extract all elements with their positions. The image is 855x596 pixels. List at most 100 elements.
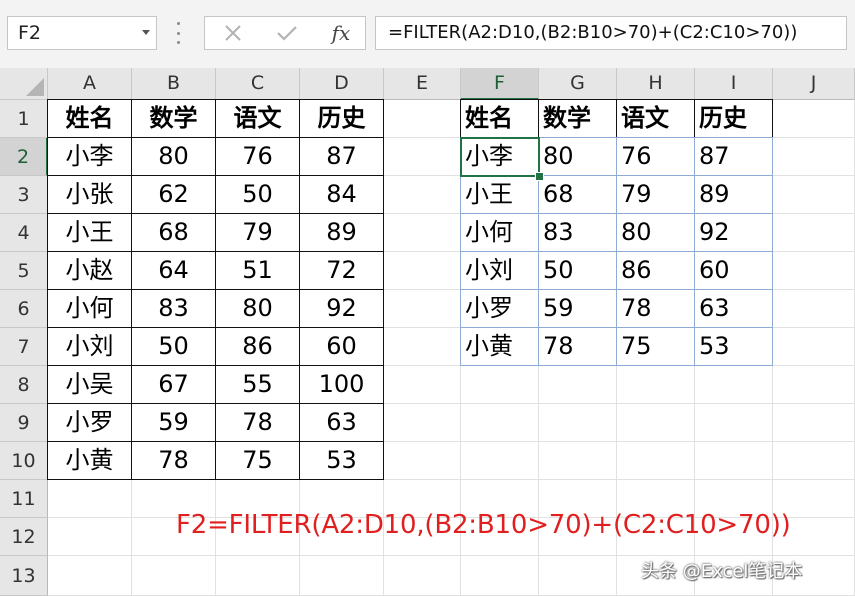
source-table-cell[interactable]: 小张 xyxy=(48,176,132,214)
source-table-cell[interactable]: 53 xyxy=(300,442,384,480)
result-table-cell[interactable]: 89 xyxy=(695,176,773,214)
source-table-cell[interactable]: 小王 xyxy=(48,214,132,252)
source-table-cell[interactable]: 89 xyxy=(300,214,384,252)
result-table-cell[interactable]: 76 xyxy=(617,138,695,176)
result-table-cell[interactable]: 78 xyxy=(617,290,695,328)
result-table-cell[interactable]: 79 xyxy=(617,176,695,214)
source-table-cell[interactable]: 92 xyxy=(300,290,384,328)
source-table-cell[interactable]: 50 xyxy=(132,328,216,366)
source-table-cell[interactable]: 84 xyxy=(300,176,384,214)
source-table-cell[interactable]: 80 xyxy=(216,290,300,328)
source-table-cell[interactable]: 小黄 xyxy=(48,442,132,480)
result-table-cell[interactable]: 小刘 xyxy=(461,252,539,290)
result-table-cell[interactable]: 92 xyxy=(695,214,773,252)
formula-input[interactable]: =FILTER(A2:D10,(B2:B10>70)+(C2:C10>70)) xyxy=(375,16,847,50)
source-table-cell[interactable]: 72 xyxy=(300,252,384,290)
source-header-cell[interactable]: 姓名 xyxy=(48,100,132,138)
column-header-j[interactable]: J xyxy=(773,68,855,100)
source-table-cell[interactable]: 80 xyxy=(132,138,216,176)
row-header-2[interactable]: 2 xyxy=(0,138,48,176)
result-table-cell[interactable]: 63 xyxy=(695,290,773,328)
source-table-cell[interactable]: 68 xyxy=(132,214,216,252)
result-table-cell[interactable]: 59 xyxy=(539,290,617,328)
result-table-cell[interactable]: 小黄 xyxy=(461,328,539,366)
source-table-cell[interactable]: 67 xyxy=(132,366,216,404)
row-header-11[interactable]: 11 xyxy=(0,480,48,518)
result-table-cell[interactable]: 53 xyxy=(695,328,773,366)
result-header-cell[interactable]: 历史 xyxy=(695,100,773,138)
source-table-cell[interactable]: 78 xyxy=(132,442,216,480)
row-header-8[interactable]: 8 xyxy=(0,366,48,404)
result-table-cell[interactable]: 75 xyxy=(617,328,695,366)
source-table-cell[interactable]: 79 xyxy=(216,214,300,252)
row-header-10[interactable]: 10 xyxy=(0,442,48,480)
source-header-cell[interactable]: 数学 xyxy=(132,100,216,138)
chevron-down-icon[interactable] xyxy=(142,30,150,35)
result-table-cell[interactable]: 小王 xyxy=(461,176,539,214)
source-table-cell[interactable]: 小刘 xyxy=(48,328,132,366)
source-table-cell[interactable]: 60 xyxy=(300,328,384,366)
source-table-cell[interactable]: 63 xyxy=(300,404,384,442)
drag-handle-icon[interactable] xyxy=(175,22,181,44)
result-table-cell[interactable]: 小罗 xyxy=(461,290,539,328)
row-header-1[interactable]: 1 xyxy=(0,100,48,138)
select-all-corner[interactable] xyxy=(0,68,48,100)
result-header-cell[interactable]: 数学 xyxy=(539,100,617,138)
source-table-cell[interactable]: 83 xyxy=(132,290,216,328)
result-table-cell[interactable]: 83 xyxy=(539,214,617,252)
row-header-9[interactable]: 9 xyxy=(0,404,48,442)
source-header-cell[interactable]: 语文 xyxy=(216,100,300,138)
source-table-cell[interactable]: 小赵 xyxy=(48,252,132,290)
source-table-cell[interactable]: 78 xyxy=(216,404,300,442)
row-header-13[interactable]: 13 xyxy=(0,556,48,596)
row-header-4[interactable]: 4 xyxy=(0,214,48,252)
result-table-cell[interactable]: 68 xyxy=(539,176,617,214)
result-table-cell[interactable]: 87 xyxy=(695,138,773,176)
enter-check-icon[interactable] xyxy=(267,17,307,49)
result-header-cell[interactable]: 语文 xyxy=(617,100,695,138)
row-header-3[interactable]: 3 xyxy=(0,176,48,214)
insert-function-icon[interactable]: fx xyxy=(321,17,361,49)
row-header-12[interactable]: 12 xyxy=(0,518,48,556)
source-table-cell[interactable]: 76 xyxy=(216,138,300,176)
row-header-5[interactable]: 5 xyxy=(0,252,48,290)
result-table-cell[interactable]: 86 xyxy=(617,252,695,290)
name-box[interactable]: F2 xyxy=(7,16,157,50)
column-header-f[interactable]: F xyxy=(461,68,539,100)
result-table-cell[interactable]: 小何 xyxy=(461,214,539,252)
source-table-cell[interactable]: 50 xyxy=(216,176,300,214)
source-table-cell[interactable]: 55 xyxy=(216,366,300,404)
result-table-cell[interactable]: 80 xyxy=(539,138,617,176)
column-header-a[interactable]: A xyxy=(48,68,132,100)
column-header-g[interactable]: G xyxy=(539,68,617,100)
result-table-cell[interactable]: 78 xyxy=(539,328,617,366)
source-table-cell[interactable]: 小李 xyxy=(48,138,132,176)
source-table-cell[interactable]: 小罗 xyxy=(48,404,132,442)
result-header-cell[interactable]: 姓名 xyxy=(461,100,539,138)
result-table-cell[interactable]: 80 xyxy=(617,214,695,252)
row-header-6[interactable]: 6 xyxy=(0,290,48,328)
row-header-7[interactable]: 7 xyxy=(0,328,48,366)
column-header-e[interactable]: E xyxy=(384,68,461,100)
source-table-cell[interactable]: 62 xyxy=(132,176,216,214)
result-table-cell[interactable]: 小李 xyxy=(461,138,539,176)
column-header-b[interactable]: B xyxy=(132,68,216,100)
source-table-cell[interactable]: 小吴 xyxy=(48,366,132,404)
source-table-cell[interactable]: 100 xyxy=(300,366,384,404)
source-table-cell[interactable]: 59 xyxy=(132,404,216,442)
column-header-h[interactable]: H xyxy=(617,68,695,100)
source-table-cell[interactable]: 64 xyxy=(132,252,216,290)
source-table-cell[interactable]: 小何 xyxy=(48,290,132,328)
column-header-i[interactable]: I xyxy=(695,68,773,100)
source-table-cell[interactable]: 75 xyxy=(216,442,300,480)
source-table-cell[interactable]: 87 xyxy=(300,138,384,176)
source-header-cell[interactable]: 历史 xyxy=(300,100,384,138)
column-header-c[interactable]: C xyxy=(216,68,300,100)
source-table-cell[interactable]: 86 xyxy=(216,328,300,366)
result-table-cell[interactable]: 50 xyxy=(539,252,617,290)
column-header-d[interactable]: D xyxy=(300,68,384,100)
cancel-icon[interactable] xyxy=(213,17,253,49)
fill-handle[interactable] xyxy=(535,172,544,181)
source-table-cell[interactable]: 51 xyxy=(216,252,300,290)
result-table-cell[interactable]: 60 xyxy=(695,252,773,290)
